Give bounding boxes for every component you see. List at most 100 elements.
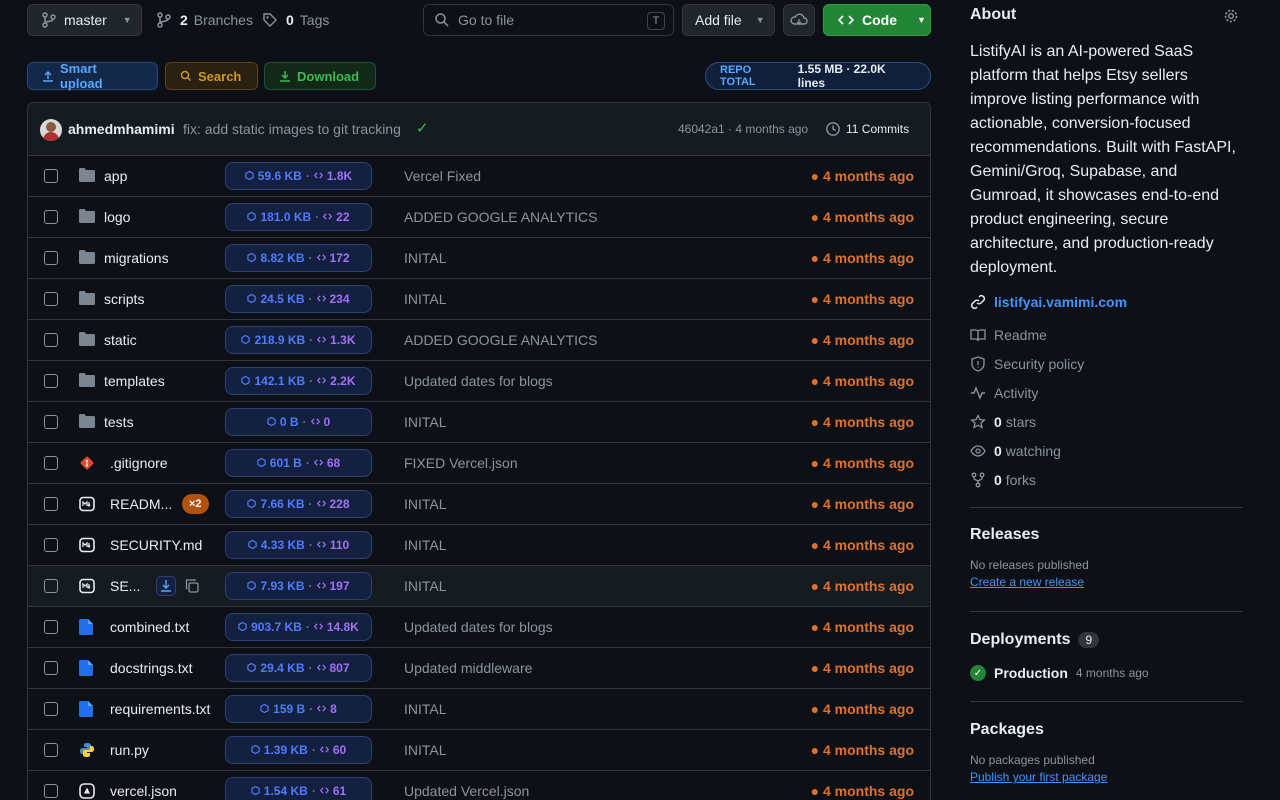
- commit-message[interactable]: INITAL: [404, 291, 447, 307]
- row-checkbox[interactable]: [44, 784, 58, 798]
- smart-upload-button[interactable]: Smart upload: [27, 61, 158, 91]
- row-checkbox[interactable]: [44, 210, 58, 224]
- tags-link[interactable]: 0 Tags: [262, 10, 329, 30]
- file-name[interactable]: templates: [104, 373, 165, 389]
- file-name[interactable]: static: [104, 332, 137, 348]
- file-name[interactable]: scripts: [104, 291, 144, 307]
- commit-message[interactable]: INITAL: [404, 537, 447, 553]
- watching-link[interactable]: 0 watching: [970, 441, 1061, 461]
- code-button[interactable]: Code ▼: [823, 4, 931, 36]
- commit-message[interactable]: INITAL: [404, 496, 447, 512]
- commit-age: ● 4 months ago: [810, 578, 914, 594]
- file-name[interactable]: tests: [104, 414, 134, 430]
- row-checkbox[interactable]: [44, 497, 58, 511]
- deployment-production[interactable]: ✓ Production 4 months ago: [970, 665, 1243, 681]
- stats-separator: ·: [309, 374, 314, 388]
- commit-message[interactable]: Updated middleware: [404, 660, 532, 676]
- commit-message[interactable]: INITAL: [404, 742, 447, 758]
- file-name[interactable]: run.py: [110, 742, 149, 758]
- commit-sha-age[interactable]: 46042a1 · 4 months ago: [678, 122, 808, 136]
- file-name[interactable]: SECURITY.md: [110, 537, 202, 553]
- deployments-title[interactable]: Deployments: [970, 631, 1070, 649]
- row-checkbox[interactable]: [44, 661, 58, 675]
- packages-title[interactable]: Packages: [970, 721, 1243, 739]
- file-name[interactable]: migrations: [104, 250, 169, 266]
- file-row[interactable]: docstrings.txt 29.4 KB · 807 Updated mid…: [28, 648, 930, 689]
- file-name[interactable]: SE...: [110, 578, 140, 594]
- file-name[interactable]: combined.txt: [110, 619, 189, 635]
- file-row[interactable]: static 218.9 KB · 1.3K ADDED GOOGLE ANAL…: [28, 320, 930, 361]
- file-name[interactable]: .gitignore: [110, 455, 168, 471]
- commit-message[interactable]: INITAL: [404, 250, 447, 266]
- line-count: 14.8K: [326, 620, 359, 634]
- file-name[interactable]: logo: [104, 209, 130, 225]
- file-row[interactable]: tests 0 B · 0 INITAL ● 4 months ago: [28, 402, 930, 443]
- file-row[interactable]: requirements.txt 159 B · 8 INITAL ● 4 mo…: [28, 689, 930, 730]
- file-row[interactable]: combined.txt 903.7 KB · 14.8K Updated da…: [28, 607, 930, 648]
- readme-link[interactable]: Readme: [970, 325, 1047, 345]
- commit-message[interactable]: Vercel Fixed: [404, 168, 481, 184]
- commit-message[interactable]: INITAL: [404, 414, 447, 430]
- file-name[interactable]: vercel.json: [110, 783, 177, 799]
- row-checkbox[interactable]: [44, 415, 58, 429]
- file-row[interactable]: app 59.6 KB · 1.8K Vercel Fixed ● 4 mont…: [28, 156, 930, 197]
- file-name[interactable]: READM...: [110, 496, 172, 512]
- row-checkbox[interactable]: [44, 620, 58, 634]
- activity-link[interactable]: Activity: [970, 383, 1038, 403]
- create-release-link[interactable]: Create a new release: [970, 575, 1243, 589]
- download-icon[interactable]: [156, 576, 176, 596]
- row-checkbox[interactable]: [44, 702, 58, 716]
- row-checkbox[interactable]: [44, 292, 58, 306]
- commit-message[interactable]: INITAL: [404, 578, 447, 594]
- file-row[interactable]: scripts 24.5 KB · 234 INITAL ● 4 months …: [28, 279, 930, 320]
- file-row[interactable]: READM... ×2 7.66 KB · 228 INITAL ● 4 mon…: [28, 484, 930, 525]
- commit-message[interactable]: Updated dates for blogs: [404, 373, 553, 389]
- row-checkbox[interactable]: [44, 169, 58, 183]
- avatar[interactable]: [40, 119, 62, 141]
- forks-link[interactable]: 0 forks: [970, 470, 1036, 490]
- row-checkbox[interactable]: [44, 251, 58, 265]
- file-row[interactable]: run.py 1.39 KB · 60 INITAL ● 4 months ag…: [28, 730, 930, 771]
- row-checkbox[interactable]: [44, 456, 58, 470]
- cube-icon: [245, 169, 254, 183]
- search-button[interactable]: Search: [165, 62, 258, 90]
- file-row[interactable]: SE... 7.93 KB · 197 INITAL ● 4 months ag…: [28, 566, 930, 607]
- commit-author[interactable]: ahmedmhamimi: [68, 121, 175, 137]
- publish-package-link[interactable]: Publish your first package: [970, 770, 1243, 784]
- download-button[interactable]: Download: [264, 62, 376, 90]
- file-row[interactable]: vercel.json 1.54 KB · 61 Updated Vercel.…: [28, 771, 930, 800]
- commit-message[interactable]: Updated Vercel.json: [404, 783, 529, 799]
- gear-icon[interactable]: [1223, 8, 1239, 24]
- file-row[interactable]: SECURITY.md 4.33 KB · 110 INITAL ● 4 mon…: [28, 525, 930, 566]
- row-checkbox[interactable]: [44, 374, 58, 388]
- row-checkbox[interactable]: [44, 333, 58, 347]
- file-name[interactable]: docstrings.txt: [110, 660, 192, 676]
- commit-message[interactable]: Updated dates for blogs: [404, 619, 553, 635]
- commit-message[interactable]: INITAL: [404, 701, 447, 717]
- commits-link[interactable]: 11 Commits: [825, 121, 909, 137]
- commit-message[interactable]: ADDED GOOGLE ANALYTICS: [404, 332, 597, 348]
- add-file-button[interactable]: Add file ▼: [682, 4, 775, 36]
- commit-age: ● 4 months ago: [810, 373, 914, 389]
- cloud-sync-button[interactable]: [783, 4, 815, 36]
- branch-selector[interactable]: master ▼: [27, 4, 142, 36]
- commit-message[interactable]: fix: add static images to git tracking: [183, 121, 401, 137]
- commit-message[interactable]: ADDED GOOGLE ANALYTICS: [404, 209, 597, 225]
- copy-icon[interactable]: [185, 579, 199, 593]
- row-checkbox[interactable]: [44, 538, 58, 552]
- go-to-file-input[interactable]: Go to file T: [423, 4, 674, 36]
- security-policy-link[interactable]: Security policy: [970, 354, 1084, 374]
- file-row[interactable]: .gitignore 601 B · 68 FIXED Vercel.json …: [28, 443, 930, 484]
- file-row[interactable]: migrations 8.82 KB · 172 INITAL ● 4 mont…: [28, 238, 930, 279]
- releases-title[interactable]: Releases: [970, 526, 1243, 544]
- file-name[interactable]: app: [104, 168, 127, 184]
- stars-link[interactable]: 0 stars: [970, 412, 1036, 432]
- row-checkbox[interactable]: [44, 579, 58, 593]
- file-row[interactable]: logo 181.0 KB · 22 ADDED GOOGLE ANALYTIC…: [28, 197, 930, 238]
- file-row[interactable]: templates 142.1 KB · 2.2K Updated dates …: [28, 361, 930, 402]
- branches-link[interactable]: 2 Branches: [157, 10, 253, 30]
- commit-message[interactable]: FIXED Vercel.json: [404, 455, 518, 471]
- file-name[interactable]: requirements.txt: [110, 701, 210, 717]
- row-checkbox[interactable]: [44, 743, 58, 757]
- website-link[interactable]: listifyai.vamimi.com: [970, 292, 1127, 312]
